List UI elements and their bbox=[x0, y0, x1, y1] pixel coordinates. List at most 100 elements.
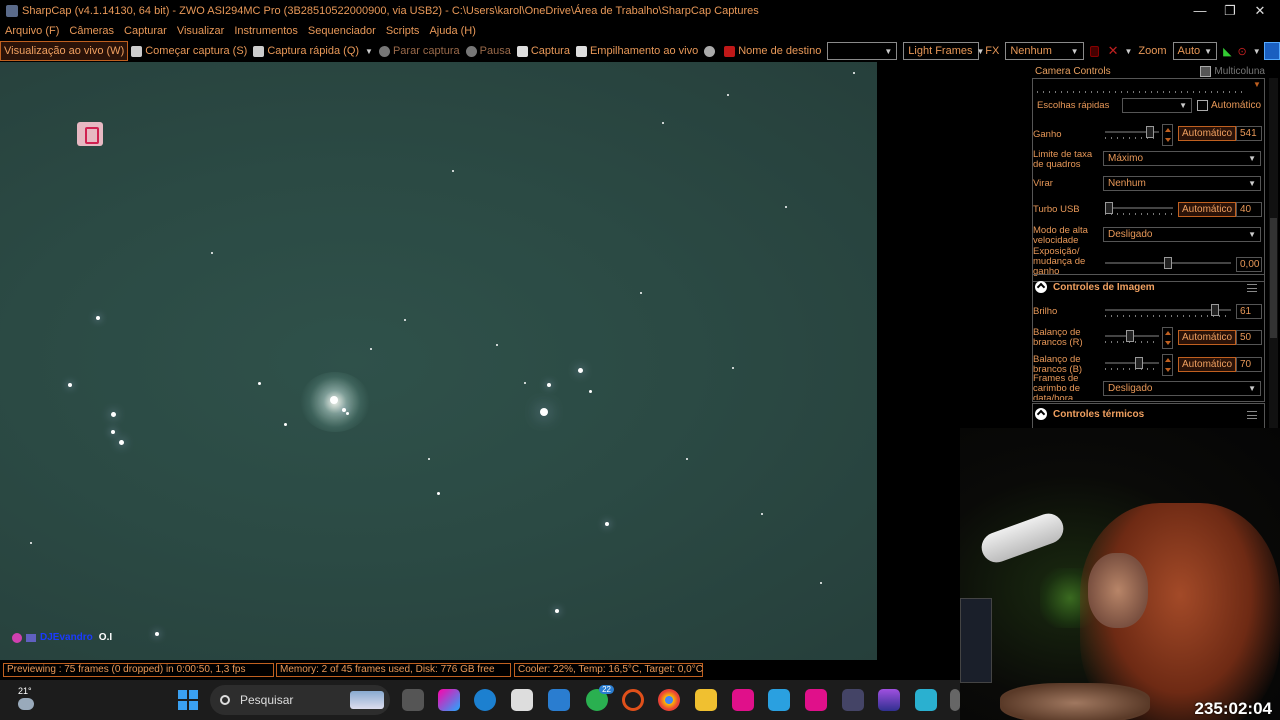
record-icon[interactable] bbox=[1087, 41, 1105, 61]
multicolumn-toggle[interactable]: Multicoluna bbox=[1200, 65, 1265, 77]
exposure-gain-slider[interactable] bbox=[1105, 257, 1231, 269]
usb-turbo-value[interactable]: 40 bbox=[1236, 202, 1262, 217]
start-capture-button[interactable]: Começar captura (S) bbox=[128, 41, 250, 61]
app-icon-dark[interactable] bbox=[842, 689, 864, 711]
live-view-button[interactable]: Visualização ao vivo (W) bbox=[0, 41, 129, 61]
frame-type-dropdown[interactable]: Light Frames ▼ bbox=[903, 42, 984, 60]
copilot-icon[interactable] bbox=[438, 689, 460, 711]
chevron-down-icon[interactable]: ▼ bbox=[1253, 80, 1261, 89]
app-icon[interactable] bbox=[548, 689, 570, 711]
wb-r-spinner[interactable] bbox=[1162, 327, 1173, 349]
zoom-dropdown[interactable]: Auto ▼ bbox=[1172, 42, 1218, 60]
high-speed-row: Modo de alta velocidade Desligado ▼ bbox=[1033, 226, 1265, 246]
timestamp-dropdown[interactable]: Desligado ▼ bbox=[1103, 381, 1261, 396]
taskbar-search[interactable]: Pesquisar bbox=[210, 685, 390, 715]
brightness-slider[interactable] bbox=[1105, 304, 1231, 317]
menu-sequencer[interactable]: Sequenciador bbox=[303, 25, 381, 37]
flip-dropdown[interactable]: Nenhum ▼ bbox=[1103, 176, 1261, 191]
timestamp-value: Desligado bbox=[1108, 383, 1153, 394]
file-explorer-icon[interactable] bbox=[695, 689, 717, 711]
cancel-icon[interactable]: ✕ bbox=[1105, 41, 1122, 61]
quick-capture-button[interactable]: Captura rápida (Q) ▼ bbox=[250, 41, 376, 61]
whatsapp-icon[interactable]: 22 bbox=[586, 685, 614, 711]
app-icon-notes[interactable] bbox=[915, 689, 937, 711]
gain-value[interactable]: 541 bbox=[1236, 126, 1262, 141]
pen-tool-icon[interactable] bbox=[1263, 42, 1280, 60]
star bbox=[370, 348, 372, 350]
menu-capture[interactable]: Capturar bbox=[119, 25, 172, 37]
app-icon-purple[interactable] bbox=[878, 689, 900, 711]
status-bar: Previewing : 75 frames (0 dropped) in 0:… bbox=[0, 660, 960, 680]
store-icon[interactable] bbox=[511, 689, 533, 711]
chrome-icon[interactable] bbox=[658, 689, 680, 711]
chevron-down-icon: ▼ bbox=[1179, 101, 1187, 110]
menu-cameras[interactable]: Câmeras bbox=[64, 25, 119, 37]
wb-b-auto-button[interactable]: Automático bbox=[1178, 357, 1237, 372]
image-viewer[interactable]: DJEvandro O.I bbox=[0, 62, 877, 660]
quick-picks-auto-checkbox[interactable]: Automático bbox=[1197, 100, 1261, 111]
wb-r-value[interactable]: 50 bbox=[1236, 330, 1262, 345]
exposure-gain-value[interactable]: 0,00 bbox=[1236, 257, 1262, 272]
stop-capture-button[interactable]: Parar captura bbox=[376, 41, 463, 61]
top-slider-row: ▼ bbox=[1033, 80, 1265, 93]
opera-icon[interactable] bbox=[622, 689, 644, 711]
wb-b-value[interactable]: 70 bbox=[1236, 357, 1262, 372]
high-speed-dropdown[interactable]: Desligado ▼ bbox=[1103, 227, 1261, 242]
menu-file[interactable]: Arquivo (F) bbox=[0, 25, 64, 37]
weather-widget[interactable]: 21° bbox=[18, 686, 34, 710]
crosshair-icon[interactable]: ⊙ bbox=[1235, 41, 1250, 61]
histogram-icon[interactable]: ◣ bbox=[1220, 41, 1234, 61]
gain-auto-button[interactable]: Automático bbox=[1178, 126, 1237, 141]
task-view-icon[interactable] bbox=[402, 689, 424, 711]
wb-b-slider[interactable] bbox=[1105, 357, 1159, 370]
laptop-screen bbox=[960, 598, 992, 683]
frame-rate-dropdown[interactable]: Máximo ▼ bbox=[1103, 151, 1261, 166]
search-icon bbox=[220, 695, 230, 705]
gain-spinner[interactable] bbox=[1162, 124, 1173, 146]
scrollbar-thumb[interactable] bbox=[1270, 218, 1277, 338]
star bbox=[640, 292, 642, 294]
wb-r-slider[interactable] bbox=[1105, 330, 1159, 343]
star bbox=[119, 440, 124, 445]
app-icon-blue[interactable] bbox=[768, 689, 790, 711]
chevron-down-icon[interactable]: ▼ bbox=[1250, 41, 1264, 61]
thermal-controls-header[interactable]: Controles térmicos bbox=[1035, 408, 1144, 420]
whatsapp-badge: 22 bbox=[599, 685, 614, 694]
capture-button[interactable]: Captura bbox=[514, 41, 573, 61]
wb-r-auto-button[interactable]: Automático bbox=[1178, 330, 1237, 345]
usb-turbo-auto-button[interactable]: Automático bbox=[1178, 202, 1237, 217]
frame-rate-label: Limite de taxa de quadros bbox=[1033, 149, 1093, 170]
fx-dropdown[interactable]: Nenhum ▼ bbox=[1005, 42, 1084, 60]
app-icon-pink[interactable] bbox=[732, 689, 754, 711]
close-button[interactable]: ✕ bbox=[1240, 0, 1280, 21]
pause-button[interactable]: Pausa bbox=[463, 41, 514, 61]
menu-bar: Arquivo (F) Câmeras Capturar Visualizar … bbox=[0, 21, 1280, 40]
app-icon-partial[interactable] bbox=[950, 689, 960, 711]
top-slider[interactable] bbox=[1037, 82, 1242, 93]
menu-view[interactable]: Visualizar bbox=[172, 25, 230, 37]
menu-tools[interactable]: Instrumentos bbox=[229, 25, 303, 37]
live-stack-button[interactable]: Empilhamento ao vivo bbox=[573, 41, 701, 61]
edge-icon[interactable] bbox=[474, 689, 496, 711]
target-name-dropdown[interactable]: ▼ bbox=[827, 42, 898, 60]
camera-icon bbox=[131, 45, 143, 57]
app-icon-pink-2[interactable] bbox=[805, 689, 827, 711]
target-toggle[interactable] bbox=[701, 41, 721, 61]
menu-icon[interactable] bbox=[1247, 284, 1257, 292]
checkbox-icon bbox=[1200, 65, 1212, 77]
menu-scripts[interactable]: Scripts bbox=[381, 25, 425, 37]
chevron-down-icon[interactable]: ▼ bbox=[1121, 41, 1135, 61]
star bbox=[96, 316, 100, 320]
panel-scrollbar[interactable] bbox=[1269, 78, 1278, 428]
start-icon[interactable] bbox=[178, 690, 198, 710]
menu-icon[interactable] bbox=[1247, 411, 1257, 419]
wb-b-spinner[interactable] bbox=[1162, 354, 1173, 376]
gain-slider[interactable] bbox=[1105, 126, 1159, 139]
image-controls-header[interactable]: Controles de Imagem bbox=[1035, 281, 1155, 293]
brightness-value[interactable]: 61 bbox=[1236, 304, 1262, 319]
usb-turbo-slider[interactable] bbox=[1105, 202, 1173, 215]
app-icon bbox=[6, 4, 18, 17]
quick-picks-dropdown[interactable]: ▼ bbox=[1122, 98, 1192, 113]
star bbox=[404, 319, 406, 321]
menu-help[interactable]: Ajuda (H) bbox=[424, 25, 480, 37]
